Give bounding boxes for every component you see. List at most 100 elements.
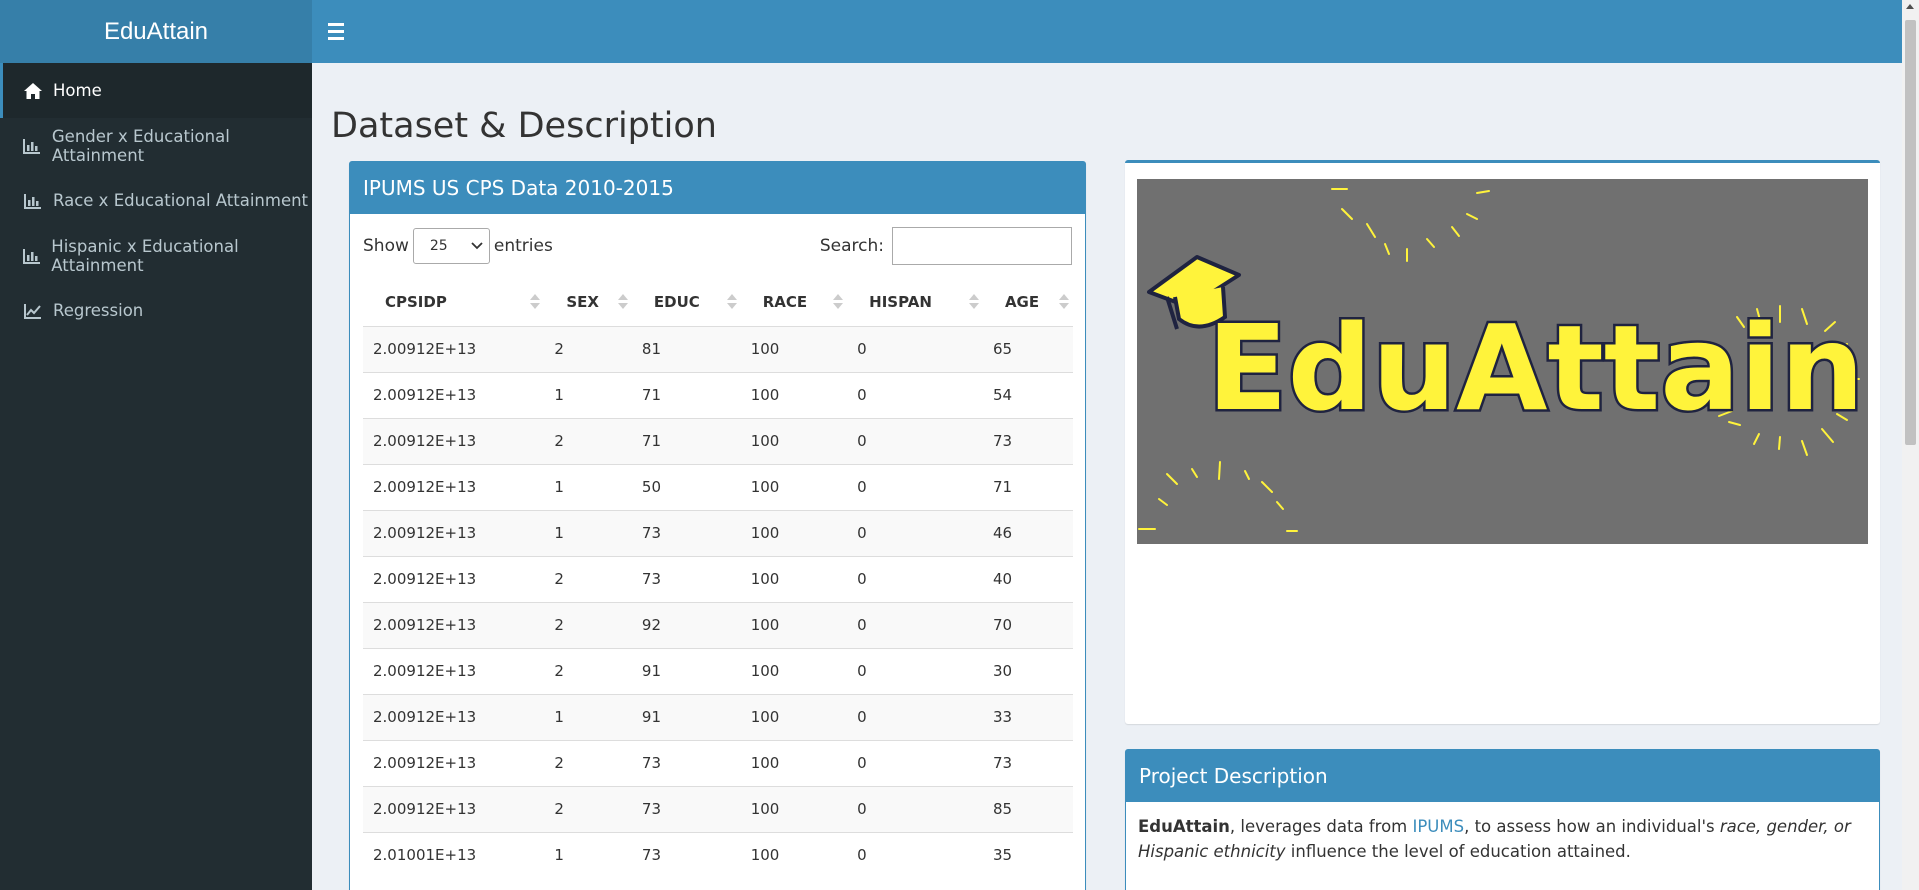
table-cell: 73 [631,509,741,556]
column-header-cpsidp[interactable]: CPSIDP [363,278,545,327]
table-cell: 2 [544,601,632,648]
table-row[interactable]: 2.00912E+13 2 91 100 0 30 [363,647,1073,694]
table-cell: 73 [982,739,1073,786]
table-cell: 70 [982,601,1073,648]
column-header-hispan[interactable]: HISPAN [847,278,983,327]
table-cell: 1 [544,463,632,510]
table-row[interactable]: 2.00912E+13 2 92 100 0 70 [363,601,1073,648]
table-cell: 40 [982,555,1073,602]
scroll-thumb[interactable] [1905,20,1916,445]
table-cell: 100 [740,739,848,786]
sidebar-item-label: Regression [53,301,144,320]
table-cell: 100 [740,417,848,464]
column-header-label: CPSIDP [385,292,447,311]
table-cell: 2.00912E+13 [363,325,545,372]
entries-select[interactable]: 25 [412,228,490,264]
table-cell: 1 [544,509,632,556]
sidebar-item-race[interactable]: Race x Educational Attainment [0,173,312,228]
scroll-up-arrow-icon[interactable] [1906,4,1914,9]
page-title: Dataset & Description [331,106,717,146]
sidebar-item-label: Hispanic x Educational Attainment [51,236,239,275]
sidebar-item-gender[interactable]: Gender x Educational Attainment [0,118,312,173]
top-navbar [312,0,1919,63]
table-cell: 2 [544,417,632,464]
table-cell: 73 [631,831,741,878]
banner-logo-text: EduAttain [1207,299,1864,437]
description-text-part: , to assess how an individual's [1464,817,1720,836]
table-cell: 2 [544,739,632,786]
table-cell: 54 [982,371,1073,418]
table-cell: 100 [740,693,848,740]
table-cell: 2.00912E+13 [363,785,545,832]
table-row[interactable]: 2.00912E+13 2 71 100 0 73 [363,417,1073,464]
sort-icon [617,294,628,310]
sidebar-item-regression[interactable]: Regression [0,283,312,338]
column-header-educ[interactable]: EDUC [631,278,741,327]
table-controls: Show 25 entries Search: [363,227,1072,265]
table-cell: 2 [544,555,632,602]
sidebar-item-hispanic[interactable]: Hispanic x Educational Attainment [0,228,312,283]
hamburger-menu-icon[interactable] [328,20,350,42]
table-cell: 0 [847,371,983,418]
table-row[interactable]: 2.00912E+13 2 73 100 0 40 [363,555,1073,602]
table-row[interactable]: 2.00912E+13 1 91 100 0 33 [363,693,1073,740]
table-cell: 100 [740,463,848,510]
data-table: CPSIDP SEX EDUC RACE HISPAN AGE 2.00912E+13 2 8… [363,278,1073,878]
column-header-race[interactable]: RACE [740,278,848,327]
table-cell: 85 [982,785,1073,832]
table-cell: 71 [631,371,741,418]
table-cell: 2 [544,647,632,694]
table-cell: 71 [982,463,1073,510]
table-cell: 2.00912E+13 [363,463,545,510]
brand-name: EduAttain [1138,817,1230,836]
table-row[interactable]: 2.00912E+13 1 73 100 0 46 [363,509,1073,556]
bar-chart-icon [23,192,43,210]
table-cell: 2.00912E+13 [363,371,545,418]
table-cell: 73 [631,739,741,786]
table-cell: 2.00912E+13 [363,647,545,694]
column-header-age[interactable]: AGE [982,278,1073,327]
table-cell: 100 [740,555,848,602]
sidebar-item-label: Race x Educational Attainment [53,191,309,210]
table-cell: 65 [982,325,1073,372]
table-cell: 0 [847,601,983,648]
table-row[interactable]: 2.00912E+13 2 81 100 0 65 [363,325,1073,372]
table-cell: 100 [740,601,848,648]
table-cell: 91 [631,647,741,694]
table-cell: 0 [847,555,983,602]
table-cell: 100 [740,831,848,878]
table-row[interactable]: 2.00912E+13 2 73 100 0 73 [363,739,1073,786]
show-label: Show [363,236,409,256]
table-row[interactable]: 2.01001E+13 1 73 100 0 35 [363,831,1073,878]
table-cell: 100 [740,647,848,694]
description-title: Project Description [1126,750,1879,802]
table-row[interactable]: 2.00912E+13 1 71 100 0 54 [363,371,1073,418]
bar-chart-icon [23,137,42,155]
table-row[interactable]: 2.00912E+13 2 73 100 0 85 [363,785,1073,832]
ipums-link[interactable]: IPUMS [1412,817,1464,836]
table-cell: 100 [740,785,848,832]
column-header-label: SEX [566,292,599,311]
table-cell: 2.00912E+13 [363,555,545,602]
table-cell: 100 [740,509,848,556]
column-header-sex[interactable]: SEX [544,278,632,327]
sort-icon [833,294,844,310]
table-cell: 33 [982,693,1073,740]
description-text: EduAttain, leverages data from IPUMS, to… [1126,802,1879,876]
table-cell: 0 [847,647,983,694]
app-logo[interactable]: EduAttain [0,0,312,63]
table-cell: 2 [544,325,632,372]
page-scrollbar[interactable] [1902,0,1919,890]
bar-chart-icon [23,247,41,265]
table-cell: 73 [631,785,741,832]
table-cell: 0 [847,509,983,556]
table-cell: 2 [544,785,632,832]
description-box: Project Description EduAttain, leverages… [1125,749,1880,890]
search-input[interactable] [892,227,1072,265]
table-cell: 2.00912E+13 [363,693,545,740]
table-row[interactable]: 2.00912E+13 1 50 100 0 71 [363,463,1073,510]
sidebar-item-home[interactable]: Home [0,63,312,118]
description-text-part: , leverages data from [1229,817,1413,836]
search-label: Search: [819,236,884,256]
sidebar-item-label: Gender x Educational Attainment [51,126,230,165]
